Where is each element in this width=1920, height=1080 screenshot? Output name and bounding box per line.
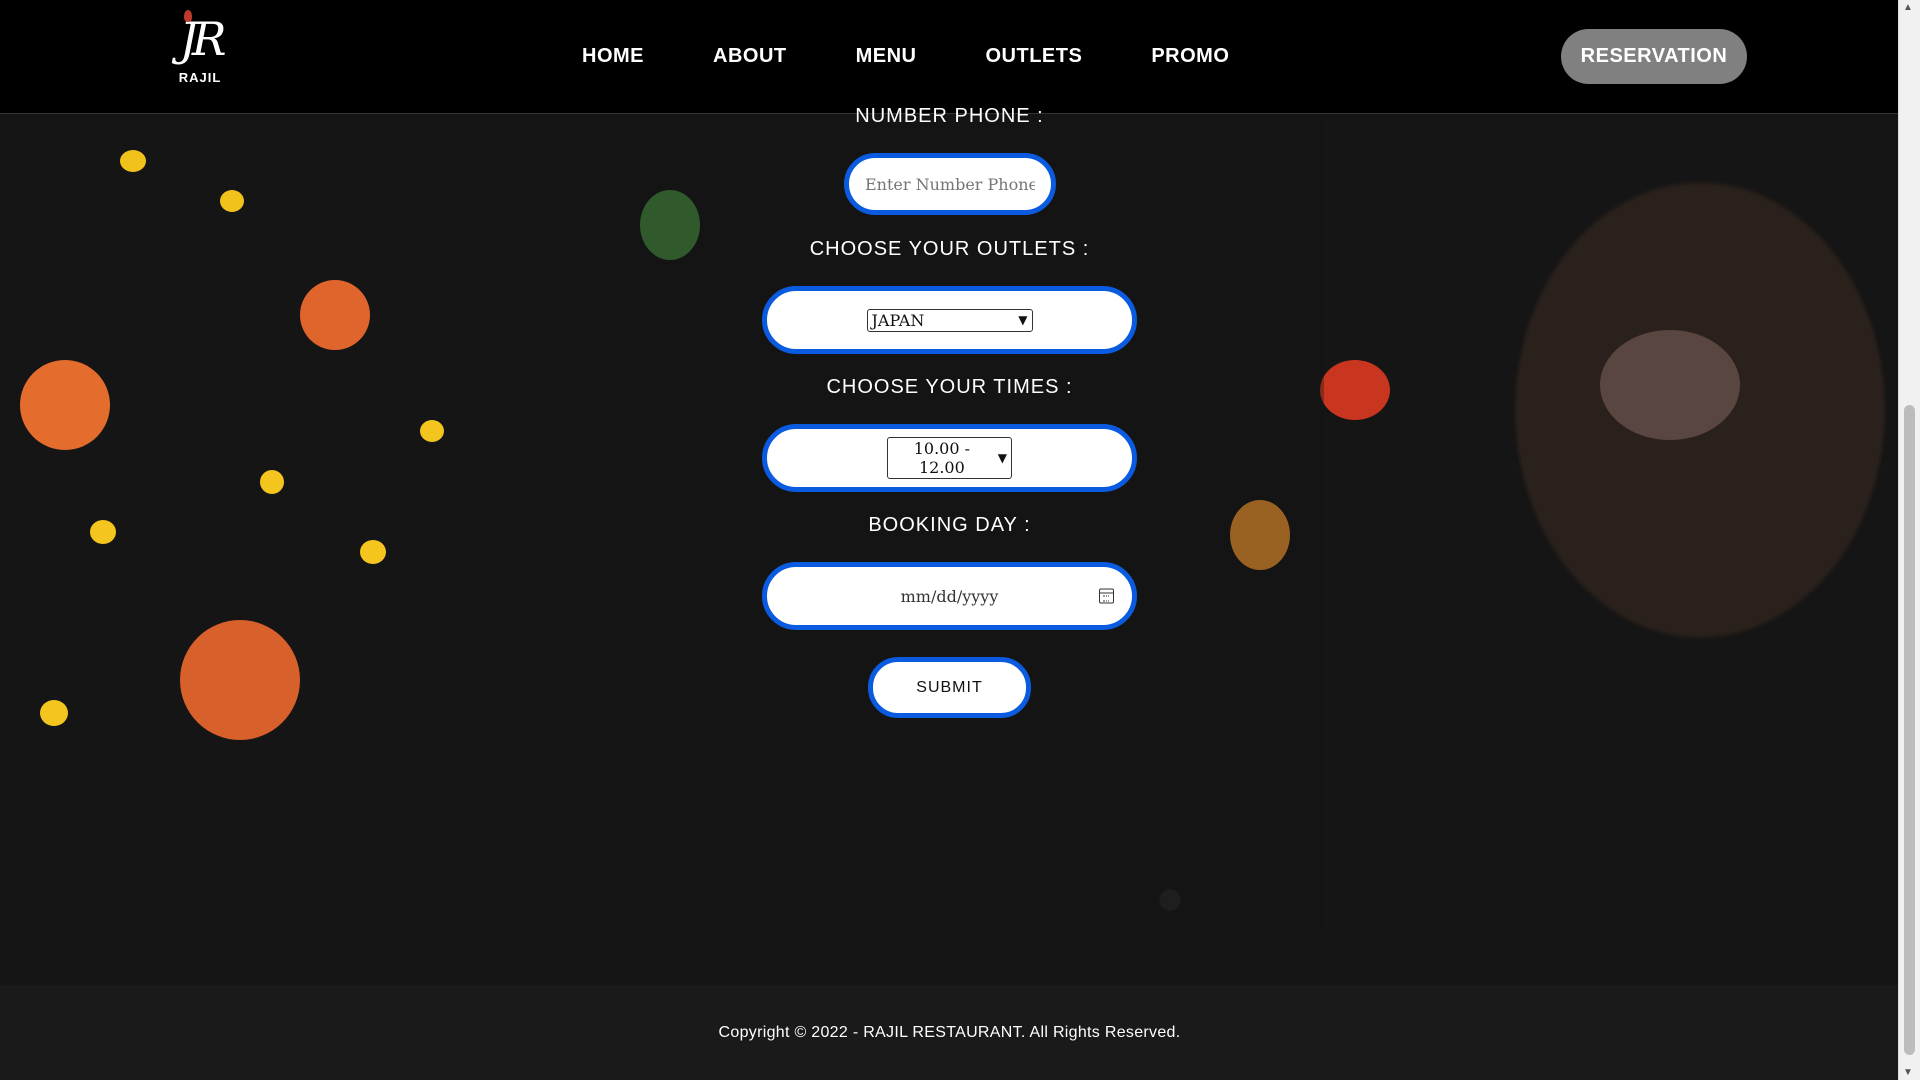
brand-logo[interactable]: JR RAJIL: [165, 10, 235, 100]
flame-icon: [184, 10, 192, 22]
nav-menu[interactable]: MENU: [856, 45, 917, 68]
copyright-text: Copyright © 2022 - RAJIL RESTAURANT. All…: [718, 1023, 1181, 1041]
times-label: CHOOSE YOUR TIMES :: [826, 376, 1073, 398]
scrollbar-thumb[interactable]: [1904, 405, 1915, 1055]
scroll-up-icon[interactable]: ▲: [1903, 2, 1913, 13]
nav-promo[interactable]: PROMO: [1151, 45, 1229, 68]
nav-about[interactable]: ABOUT: [713, 45, 787, 68]
submit-button[interactable]: SUBMIT: [868, 657, 1031, 718]
outlets-select[interactable]: JAPAN ▼: [866, 308, 1033, 332]
phone-label: NUMBER PHONE :: [855, 105, 1044, 127]
date-placeholder: mm/dd/yyyy: [900, 586, 999, 606]
main-nav: HOME ABOUT MENU OUTLETS PROMO: [582, 0, 1298, 113]
day-label: BOOKING DAY :: [868, 514, 1031, 536]
site-header: JR RAJIL HOME ABOUT MENU OUTLETS PROMO R…: [0, 0, 1899, 114]
booking-day-field[interactable]: mm/dd/yyyy: [762, 562, 1137, 630]
logo-mark: JR: [179, 12, 226, 66]
site-footer: Copyright © 2022 - RAJIL RESTAURANT. All…: [0, 985, 1899, 1080]
page-scrollbar[interactable]: ▲ ▼: [1898, 0, 1920, 1080]
phone-field[interactable]: [844, 153, 1056, 215]
chevron-down-icon: ▼: [1018, 313, 1028, 327]
outlets-label: CHOOSE YOUR OUTLETS :: [809, 238, 1090, 260]
phone-input[interactable]: [863, 173, 1037, 195]
outlets-selected-value: JAPAN: [871, 310, 925, 330]
chevron-down-icon: ▼: [997, 451, 1007, 465]
times-field: 10.00 - 12.00 ▼: [762, 424, 1137, 492]
scroll-down-icon[interactable]: ▼: [1903, 1067, 1913, 1078]
times-select[interactable]: 10.00 - 12.00 ▼: [887, 437, 1012, 479]
nav-outlets[interactable]: OUTLETS: [986, 45, 1083, 68]
nav-home[interactable]: HOME: [582, 45, 644, 68]
brand-name: RAJIL: [178, 70, 222, 85]
times-selected-value: 10.00 - 12.00: [913, 439, 971, 477]
reservation-button[interactable]: RESERVATION: [1561, 29, 1747, 84]
outlets-field: JAPAN ▼: [762, 286, 1137, 354]
calendar-icon[interactable]: [1099, 588, 1114, 604]
